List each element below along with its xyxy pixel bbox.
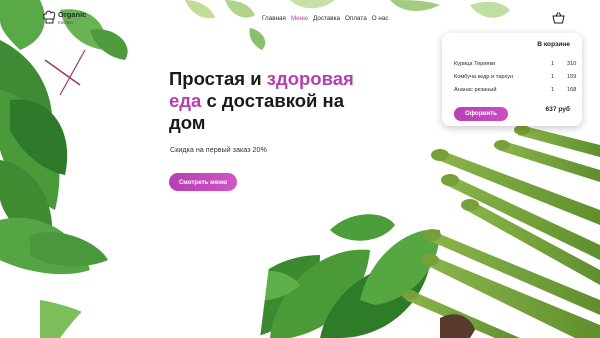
brand-name: Organic <box>58 10 87 19</box>
cart-item-name: Ананас резаный <box>454 87 497 93</box>
cart-title: В корзине <box>537 41 570 48</box>
checkout-button[interactable]: Оформить <box>454 107 508 121</box>
cart-item-price: 159 <box>567 74 577 80</box>
cart-item-qty: 1 <box>551 61 555 67</box>
cart-item-name: Комбуча кедр и тархун <box>454 74 514 80</box>
hero-title: Простая и здоровая еда с доставкой на до… <box>169 68 384 134</box>
menu-item-about[interactable]: О нас <box>372 15 389 22</box>
view-menu-button[interactable]: Смотреть меню <box>169 173 237 191</box>
menu-item-home[interactable]: Главная <box>262 15 286 22</box>
menu-item-delivery[interactable]: Доставка <box>313 15 340 22</box>
asparagus-right <box>402 125 600 338</box>
cart-item-price: 310 <box>567 61 577 67</box>
spinach-leaves-left <box>0 0 128 338</box>
cart-item-qty: 1 <box>551 74 555 80</box>
hero-title-part1: Простая и <box>169 68 267 89</box>
cart-item: Курица Терияки 1 310 <box>454 61 577 70</box>
chef-hat-icon <box>43 10 56 24</box>
main-menu: Главная Меню Доставка Оплата О нас <box>262 15 389 22</box>
cart-item-price: 168 <box>567 87 577 93</box>
cart-item: Ананас резаный 1 168 <box>454 87 577 96</box>
cart-total: 637 руб <box>545 106 570 113</box>
brand-subtitle: Kitchen <box>58 20 74 25</box>
brand-logo[interactable]: Organic Kitchen <box>43 9 87 31</box>
discount-text: Скидка на первый заказ 20% <box>170 145 267 154</box>
menu-item-payment[interactable]: Оплата <box>345 15 367 22</box>
cart-item-name: Курица Терияки <box>454 61 496 67</box>
menu-item-menu[interactable]: Меню <box>291 15 308 22</box>
cart-panel: В корзине Курица Терияки 1 310 Комбуча к… <box>442 33 582 126</box>
cart-item: Комбуча кедр и тархун 1 159 <box>454 74 577 83</box>
shopping-basket-icon[interactable] <box>552 11 565 24</box>
cart-item-qty: 1 <box>551 87 555 93</box>
